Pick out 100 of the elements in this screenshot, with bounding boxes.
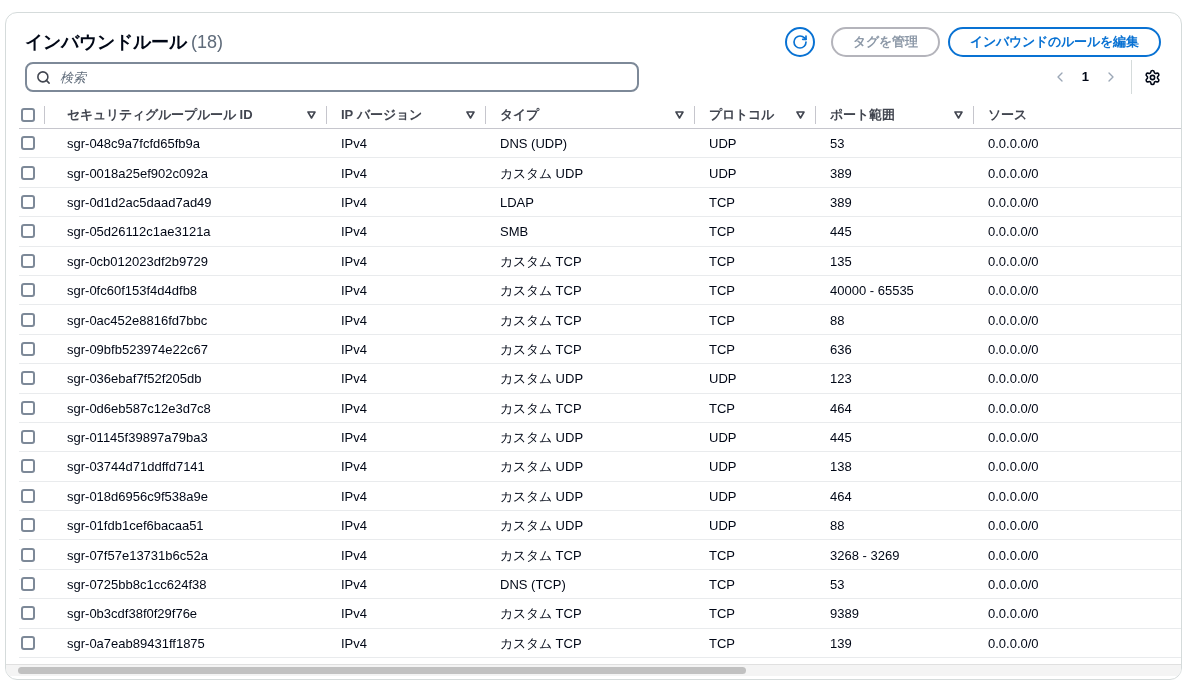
table-cell: 88 xyxy=(830,518,845,534)
table-cell: UDP xyxy=(709,459,737,475)
table-cell: 123 xyxy=(830,371,852,387)
table-cell: TCP xyxy=(709,400,735,416)
column-header[interactable]: セキュリティグループルール ID xyxy=(67,105,299,125)
table-cell: 0.0.0.0/0 xyxy=(988,253,1039,269)
sort-icon[interactable] xyxy=(954,111,963,119)
table-cell: IPv4 xyxy=(341,430,367,446)
refresh-button[interactable] xyxy=(785,27,815,57)
table-cell: カスタム UDP xyxy=(500,165,584,181)
column-header[interactable]: プロトコル xyxy=(709,105,788,125)
checkbox[interactable] xyxy=(21,341,35,356)
table-cell: TCP xyxy=(709,341,735,357)
table-cell: 0.0.0.0/0 xyxy=(988,312,1039,328)
table-cell: IPv4 xyxy=(341,136,367,152)
panel-title: インバウンドルール xyxy=(25,30,187,54)
table-cell: 464 xyxy=(830,488,852,504)
table-cell: UDP xyxy=(709,136,737,152)
column-header[interactable]: タイプ xyxy=(500,105,667,125)
checkbox[interactable] xyxy=(21,459,35,474)
scrollbar-thumb[interactable] xyxy=(18,667,746,674)
checkbox[interactable] xyxy=(21,108,35,122)
table-cell: 0.0.0.0/0 xyxy=(988,518,1039,534)
table-cell: IPv4 xyxy=(341,577,367,593)
table-cell: IPv4 xyxy=(341,488,367,504)
table-cell: カスタム TCP xyxy=(500,312,582,328)
checkbox[interactable] xyxy=(21,253,35,268)
table-cell: TCP xyxy=(709,577,735,593)
table-cell: UDP xyxy=(709,488,737,504)
table-cell: IPv4 xyxy=(341,518,367,534)
table-cell: IPv4 xyxy=(341,635,367,651)
search-icon xyxy=(36,69,51,85)
sort-icon[interactable] xyxy=(307,111,316,119)
table-cell: TCP xyxy=(709,312,735,328)
table-cell: IPv4 xyxy=(341,253,367,269)
table-cell: IPv4 xyxy=(341,459,367,475)
table-cell: 53 xyxy=(830,577,845,593)
checkbox[interactable] xyxy=(21,194,35,209)
table-cell: カスタム TCP xyxy=(500,283,582,299)
sort-icon[interactable] xyxy=(796,111,805,119)
checkbox[interactable] xyxy=(21,518,35,533)
table-cell: UDP xyxy=(709,371,737,387)
table-cell: 138 xyxy=(830,459,852,475)
table-cell: TCP xyxy=(709,253,735,269)
table-cell: sgr-018d6956c9f538a9e xyxy=(67,488,208,504)
checkbox[interactable] xyxy=(21,635,35,650)
table-cell: 389 xyxy=(830,194,852,210)
checkbox[interactable] xyxy=(21,136,35,151)
checkbox[interactable] xyxy=(21,312,35,327)
table-cell: IPv4 xyxy=(341,547,367,563)
column-header[interactable]: ソース xyxy=(988,105,1173,125)
checkbox[interactable] xyxy=(21,283,35,298)
table-cell: TCP xyxy=(709,283,735,299)
table-cell: sgr-0cb012023df2b9729 xyxy=(67,253,208,269)
sort-icon[interactable] xyxy=(466,111,475,119)
sort-icon[interactable] xyxy=(675,111,684,119)
table-cell: sgr-0018a25ef902c092a xyxy=(67,165,208,181)
checkbox[interactable] xyxy=(21,400,35,415)
table-cell: 0.0.0.0/0 xyxy=(988,635,1039,651)
table-cell: 9389 xyxy=(830,606,859,622)
table-cell: UDP xyxy=(709,165,737,181)
rule-count: (18) xyxy=(191,30,223,54)
table-cell: UDP xyxy=(709,430,737,446)
table-cell: 3268 - 3269 xyxy=(830,547,900,563)
table-cell: カスタム TCP xyxy=(500,400,582,416)
table-cell: カスタム TCP xyxy=(500,547,582,563)
table-cell: sgr-09bfb523974e22c67 xyxy=(67,341,208,357)
page-number[interactable]: 1 xyxy=(1081,67,1089,87)
table-cell: sgr-0b3cdf38f0f29f76e xyxy=(67,606,198,622)
checkbox[interactable] xyxy=(21,488,35,503)
settings-icon[interactable] xyxy=(1144,68,1161,86)
table-cell: IPv4 xyxy=(341,341,367,357)
checkbox[interactable] xyxy=(21,224,35,239)
checkbox[interactable] xyxy=(21,606,35,621)
table-cell: sgr-01fdb1cef6bacaa51 xyxy=(67,518,204,534)
table-cell: 0.0.0.0/0 xyxy=(988,165,1039,181)
table-cell: カスタム TCP xyxy=(500,253,582,269)
table-cell: 445 xyxy=(830,224,852,240)
column-header[interactable]: IP バージョン xyxy=(341,105,458,125)
table-cell: 0.0.0.0/0 xyxy=(988,430,1039,446)
column-header[interactable]: ポート範囲 xyxy=(830,105,946,125)
table-cell: IPv4 xyxy=(341,224,367,240)
search-field[interactable]: 検索 xyxy=(25,62,639,92)
table-cell: 636 xyxy=(830,341,852,357)
table-cell: 0.0.0.0/0 xyxy=(988,194,1039,210)
checkbox[interactable] xyxy=(21,547,35,562)
table-cell: sgr-048c9a7fcfd65fb9a xyxy=(67,136,200,152)
table-cell: カスタム UDP xyxy=(500,488,584,504)
table-cell: DNS (TCP) xyxy=(500,577,566,593)
checkbox[interactable] xyxy=(21,430,35,445)
refresh-icon xyxy=(792,34,808,50)
table-cell: 445 xyxy=(830,430,852,446)
checkbox[interactable] xyxy=(21,165,35,180)
table-cell: sgr-0fc60f153f4d4dfb8 xyxy=(67,283,198,299)
checkbox[interactable] xyxy=(21,371,35,386)
checkbox[interactable] xyxy=(21,577,35,592)
table-cell: sgr-0a7eab89431ff1875 xyxy=(67,635,205,651)
edit-inbound-rules-button[interactable]: インバウンドのルールを編集 xyxy=(948,27,1161,57)
table-cell: IPv4 xyxy=(341,312,367,328)
table-cell: sgr-03744d71ddffd7141 xyxy=(67,459,205,475)
